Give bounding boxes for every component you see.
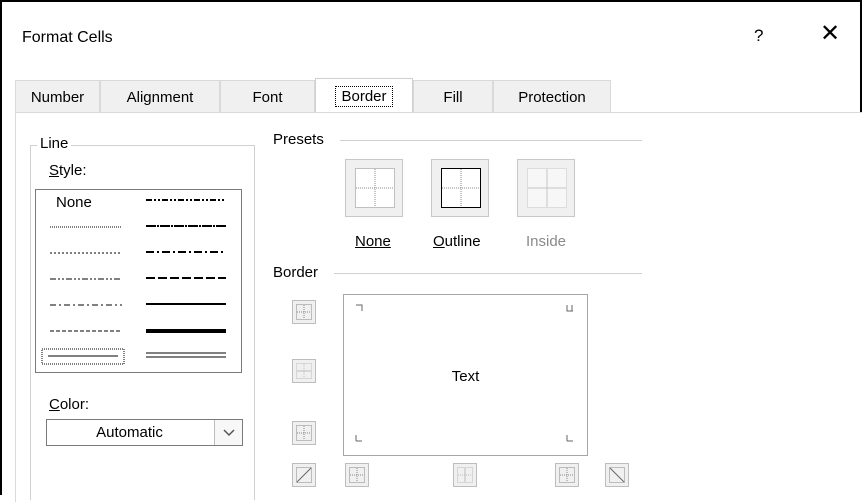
style-label: Style: [49,162,87,179]
dialog-title: Format Cells [22,29,113,46]
border-inside-vertical-icon [457,467,473,483]
border-right-icon [559,467,575,483]
preset-inside-label: Inside [526,233,567,250]
line-style-samples [41,199,226,365]
border-group-title: Border [273,264,319,281]
tab-protection[interactable]: Protection [493,80,611,113]
tab-border[interactable]: Border [315,78,413,113]
tab-protection-label: Protection [518,88,586,106]
presets-group-title: Presets [273,131,324,148]
line-style-list[interactable]: None [35,189,242,373]
help-button[interactable]: ? [754,26,763,46]
tab-number[interactable]: Number [15,80,100,113]
color-label: Color: [49,396,90,413]
preset-inside-button[interactable] [517,159,575,217]
border-left-button[interactable] [345,463,369,487]
diagonal-up-icon [296,467,312,483]
preset-none-label: None [355,233,391,250]
close-button[interactable]: ✕ [820,22,840,46]
tab-fill[interactable]: Fill [413,80,493,113]
border-bottom-button[interactable] [292,421,316,445]
preset-none-button[interactable] [345,159,403,217]
line-group-title: Line [37,135,72,152]
border-right-button[interactable] [555,463,579,487]
preset-outline-button[interactable] [431,159,489,217]
preset-inside-icon [527,168,567,208]
tab-fill-label: Fill [443,88,463,106]
presets-group-divider [340,140,642,141]
border-left-icon [349,467,365,483]
color-dropdown[interactable]: Automatic [46,419,243,446]
diagonal-down-icon [609,467,625,483]
tab-font[interactable]: Font [220,80,315,113]
preview-text: Text [451,368,480,385]
chevron-down-icon[interactable] [214,420,242,445]
border-top-button[interactable] [292,300,316,324]
border-preview[interactable]: Text [343,294,588,456]
tab-font-label: Font [252,88,283,106]
border-bottom-icon [296,425,312,441]
border-inside-vertical-button[interactable] [453,463,477,487]
tab-number-label: Number [30,88,85,106]
preset-outline-icon [441,168,481,208]
preset-outline-label: Outline [433,233,481,250]
border-group-divider [334,273,642,274]
border-diagonal-down-button[interactable] [605,463,629,487]
border-inside-horizontal-button[interactable] [292,359,316,383]
title-bar: Format Cells ? ✕ [2,2,860,72]
format-cells-dialog: Format Cells ? ✕ Number Alignment Font B… [0,0,862,502]
tab-alignment[interactable]: Alignment [100,80,220,113]
border-inside-horizontal-icon [296,363,312,379]
tab-alignment-label: Alignment [126,88,194,106]
color-dropdown-value: Automatic [96,424,163,441]
preset-none-icon [355,168,395,208]
border-top-icon [296,304,312,320]
tab-border-label: Border [335,85,393,107]
border-diagonal-up-button[interactable] [292,463,316,487]
